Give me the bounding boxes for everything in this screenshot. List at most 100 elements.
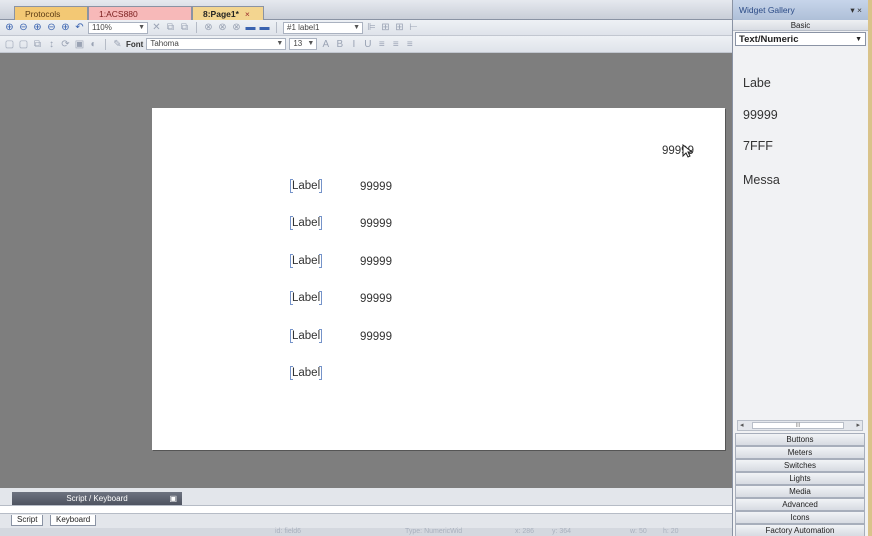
align-center-icon[interactable]: ≡ (390, 39, 401, 50)
gallery-item-numeric[interactable]: 99999 (743, 108, 778, 122)
align-icon[interactable]: ⊫ (366, 22, 377, 33)
tab-keyboard[interactable]: Keyboard (50, 515, 97, 526)
rotate-icon[interactable]: ⟳ (60, 39, 71, 50)
visibility-icon[interactable]: ◐ (88, 39, 99, 50)
group-icon[interactable]: ⊗ (203, 22, 214, 33)
delete-icon[interactable]: ✕ (151, 22, 162, 33)
line-color-icon[interactable]: ▬ (259, 22, 270, 33)
category-select[interactable]: Text/Numeric ▼ (735, 32, 866, 46)
zoom-in-icon[interactable]: ⊕ (4, 22, 15, 33)
gallery-item-message[interactable]: Messa (743, 173, 780, 187)
panel-title: Script / Keyboard (66, 494, 128, 503)
zoom-out-icon[interactable]: ⊖ (18, 22, 29, 33)
numeric-field[interactable]: 99999 (360, 331, 392, 343)
script-keyboard-panel-header[interactable]: Script / Keyboard ▣ (12, 492, 182, 505)
align-left-icon[interactable]: ≡ (376, 39, 387, 50)
tab-page1[interactable]: 8:Page1* × (192, 6, 264, 21)
scroll-thumb[interactable]: III (752, 422, 844, 429)
fill-color-icon[interactable]: ▬ (245, 22, 256, 33)
numeric-field[interactable]: 99999 (360, 218, 392, 230)
font-color-icon[interactable]: A (320, 39, 331, 50)
status-x: x: 286 (515, 528, 535, 535)
order-icon[interactable]: ⊗ (231, 22, 242, 33)
label-widget[interactable]: Label (290, 216, 323, 230)
gallery-item-hex[interactable]: 7FFF (743, 139, 773, 153)
panel-controls-icon[interactable]: ▾ × (850, 0, 862, 20)
bracket-icon (319, 366, 323, 380)
gallery-item-label[interactable]: Labe (743, 76, 771, 90)
group-advanced[interactable]: Advanced (735, 498, 865, 511)
font-family-select[interactable]: Tahoma ▼ (146, 38, 287, 50)
frame-icon[interactable]: ▢ (18, 39, 29, 50)
label-widget[interactable]: Label (290, 329, 323, 343)
move-icon[interactable]: ↕ (46, 39, 57, 50)
font-size-value: 13 (293, 39, 303, 48)
chevron-down-icon: ▼ (138, 23, 145, 31)
new-icon[interactable]: ▢ (4, 39, 15, 50)
paste-icon[interactable]: ⧉ (179, 22, 190, 33)
group-factory-automation[interactable]: Factory Automation (735, 524, 865, 536)
zoom-custom-icon[interactable]: ⊕ (60, 22, 71, 33)
tab-acs880-control[interactable]: 1:ACS880 CONTROL (88, 6, 192, 33)
group-switches[interactable]: Switches (735, 459, 865, 472)
spacing-icon[interactable]: ⊢ (408, 22, 419, 33)
layer-icon[interactable]: ⧉ (32, 39, 43, 50)
italic-icon[interactable]: I (348, 39, 359, 50)
label-text: Label (292, 330, 321, 343)
copy-icon[interactable]: ⧉ (165, 22, 176, 33)
group-meters[interactable]: Meters (735, 446, 865, 459)
group-media[interactable]: Media (735, 485, 865, 498)
bracket-icon (319, 291, 323, 305)
horizontal-scrollbar[interactable]: ◂ III ▸ (737, 420, 863, 431)
distribute-icon[interactable]: ⊞ (380, 22, 391, 33)
label-text: Label (292, 292, 321, 305)
mouse-cursor-icon (682, 144, 693, 158)
bracket-icon (319, 179, 323, 193)
tab-protocols[interactable]: Protocols (14, 6, 88, 21)
scroll-left-icon[interactable]: ◂ (740, 421, 744, 430)
zoom-select[interactable]: 110% ▼ (88, 21, 148, 34)
size-icon[interactable]: ⊞ (394, 22, 405, 33)
ungroup-icon[interactable]: ⊗ (217, 22, 228, 33)
scroll-right-icon[interactable]: ▸ (856, 421, 860, 430)
label-widget[interactable]: Label (290, 366, 323, 380)
close-tab-icon[interactable]: × (245, 9, 250, 19)
section-basic[interactable]: Basic (733, 20, 868, 31)
zoom-reset-icon[interactable]: ↶ (74, 22, 85, 33)
page-surface[interactable]: 99999 Label 99999 Label 99999 Label 9999… (152, 108, 725, 450)
bracket-icon (319, 216, 323, 230)
tab-label: Protocols (25, 9, 61, 19)
font-size-select[interactable]: 13 ▼ (289, 38, 318, 50)
side-dock-strip[interactable] (868, 0, 872, 536)
label-widget[interactable]: Label (290, 179, 323, 193)
label-text: Label (292, 180, 321, 193)
status-y: y: 364 (552, 528, 572, 535)
group-icons[interactable]: Icons (735, 511, 865, 524)
group-buttons[interactable]: Buttons (735, 433, 865, 446)
category-value: Text/Numeric (739, 34, 799, 45)
label-widget[interactable]: Label (290, 291, 323, 305)
zoom-page-icon[interactable]: ⊖ (46, 22, 57, 33)
font-family-value: Tahoma (150, 39, 179, 48)
object-select[interactable]: #1 label1 ▼ (283, 21, 363, 34)
tab-label: 8:Page1* (203, 9, 239, 19)
script-editor[interactable] (0, 505, 732, 514)
gallery-item-text: Messa (743, 173, 780, 187)
group-lights[interactable]: Lights (735, 472, 865, 485)
tab-script[interactable]: Script (11, 515, 44, 526)
lock-icon[interactable]: ▣ (74, 39, 85, 50)
toolbar-row-2: ▢ ▢ ⧉ ↕ ⟳ ▣ ◐ ✎ Font Tahoma ▼ 13 ▼ A B I U… (0, 36, 732, 53)
numeric-field[interactable]: 99999 (360, 256, 392, 268)
zoom-fit-icon[interactable]: ⊕ (32, 22, 43, 33)
align-right-icon[interactable]: ≡ (404, 39, 415, 50)
format-painter-icon[interactable]: ✎ (112, 39, 123, 50)
bold-icon[interactable]: B (334, 39, 345, 50)
numeric-field[interactable]: 99999 (360, 181, 392, 193)
design-canvas[interactable]: 99999 Label 99999 Label 99999 Label 9999… (0, 53, 732, 488)
label-widget[interactable]: Label (290, 254, 323, 268)
bracket-icon (319, 329, 323, 343)
underline-icon[interactable]: U (362, 39, 373, 50)
pin-icon[interactable]: ▣ (169, 492, 177, 505)
font-label: Font (126, 39, 144, 49)
numeric-field[interactable]: 99999 (360, 293, 392, 305)
